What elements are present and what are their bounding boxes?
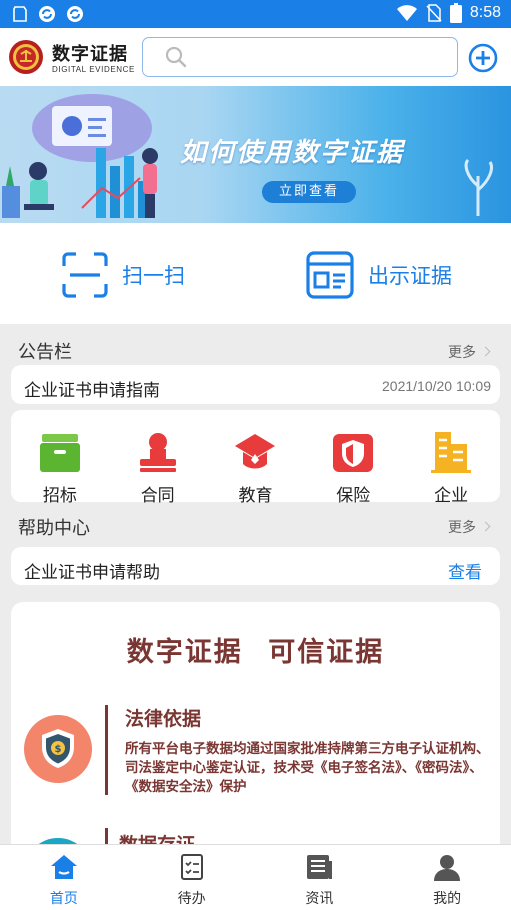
feature-headline: 数字证据 可信证据 bbox=[126, 637, 385, 668]
show-evidence-button[interactable]: 出示证据 bbox=[306, 251, 452, 299]
nav-todo[interactable]: 待办 bbox=[128, 845, 256, 910]
category-label: 教育 bbox=[238, 486, 273, 506]
scan-label: 扫一扫 bbox=[122, 264, 185, 288]
category-education[interactable]: 教育 bbox=[215, 430, 295, 506]
wifi-icon bbox=[396, 5, 417, 21]
help-item-title: 企业证书申请帮助 bbox=[24, 563, 160, 583]
notice-item-title: 企业证书申请指南 bbox=[24, 381, 160, 401]
seal-icon bbox=[139, 433, 176, 472]
scan-icon bbox=[62, 252, 108, 298]
sync-icon bbox=[67, 6, 83, 22]
category-label: 合同 bbox=[140, 486, 175, 506]
brand-title: 数字证据 bbox=[52, 44, 128, 65]
sync-icon bbox=[39, 6, 55, 22]
battery-icon bbox=[449, 3, 462, 23]
money-shield-icon: $ bbox=[42, 729, 74, 768]
status-bar: 8:58 bbox=[0, 0, 511, 28]
todo-icon bbox=[180, 854, 203, 880]
category-label: 保险 bbox=[336, 486, 371, 506]
help-view-link[interactable]: 查看 bbox=[448, 558, 482, 583]
banner-plant-decoration bbox=[464, 158, 493, 216]
nav-home[interactable]: 首页 bbox=[0, 845, 128, 910]
search-icon bbox=[165, 46, 187, 68]
notice-more-link[interactable]: 更多 bbox=[448, 342, 489, 362]
no-sim-icon bbox=[426, 4, 442, 22]
nav-label: 待办 bbox=[177, 891, 206, 907]
bottom-navigation: 首页 待办 资讯 我的 bbox=[0, 844, 511, 910]
category-contract[interactable]: 合同 bbox=[118, 430, 198, 506]
help-section-title: 帮助中心 bbox=[18, 518, 90, 539]
nav-label: 我的 bbox=[433, 891, 462, 907]
id-card-icon bbox=[306, 251, 354, 299]
notification-icon bbox=[13, 6, 27, 22]
category-tender[interactable]: 招标 bbox=[20, 430, 100, 506]
promo-banner[interactable]: 如何使用数字证据 立即查看 bbox=[0, 86, 511, 223]
help-more-link[interactable]: 更多 bbox=[448, 517, 489, 537]
clock: 8:58 bbox=[469, 4, 501, 21]
nav-label: 资讯 bbox=[305, 891, 334, 907]
nav-profile[interactable]: 我的 bbox=[383, 845, 511, 910]
quick-actions: 扫一扫 出示证据 bbox=[0, 223, 511, 324]
graduation-cap-icon bbox=[235, 434, 276, 469]
help-item[interactable]: 企业证书申请帮助 查看 bbox=[11, 547, 500, 585]
banner-illustration bbox=[2, 94, 158, 218]
nav-label: 首页 bbox=[49, 891, 78, 907]
category-label: 招标 bbox=[42, 486, 77, 506]
add-button[interactable] bbox=[468, 43, 498, 73]
court-emblem-logo bbox=[9, 40, 43, 74]
home-icon bbox=[50, 855, 77, 879]
notice-section-title: 公告栏 bbox=[18, 342, 72, 363]
feature-item-body: 所有平台电子数据均通过国家批准持牌第三方电子认证机构、司法鉴定中心鉴定认证，技术… bbox=[125, 741, 490, 795]
news-icon bbox=[307, 855, 333, 879]
category-insurance[interactable]: 保险 bbox=[313, 430, 393, 506]
notice-item-date: 2021/10/20 10:09 bbox=[382, 378, 491, 394]
feature-item-title: 法律依据 bbox=[125, 708, 202, 730]
show-evidence-label: 出示证据 bbox=[368, 264, 452, 288]
scan-button[interactable]: 扫一扫 bbox=[62, 251, 185, 299]
category-grid: 招标 合同 教育 保险 企业 bbox=[11, 410, 500, 506]
building-icon bbox=[431, 432, 472, 473]
nav-news[interactable]: 资讯 bbox=[256, 845, 384, 910]
shield-icon bbox=[333, 434, 374, 472]
brand-subtitle: DIGITAL EVIDENCE bbox=[52, 65, 135, 74]
svg-text:$: $ bbox=[55, 744, 62, 755]
banner-title: 如何使用数字证据 bbox=[180, 138, 405, 168]
feature-panel: 数字证据 可信证据 $ 法律依据 所有平台电子数据均通过国家批准持牌第三方电子认… bbox=[11, 602, 500, 862]
banner-view-now-button[interactable]: 立即查看 bbox=[262, 181, 356, 203]
profile-icon bbox=[434, 855, 461, 881]
search-input[interactable] bbox=[142, 37, 458, 77]
feature-icon-circle: $ bbox=[24, 715, 92, 783]
category-enterprise[interactable]: 企业 bbox=[411, 430, 491, 506]
tender-box-icon bbox=[39, 434, 80, 472]
notice-item[interactable]: 企业证书申请指南 2021/10/20 10:09 bbox=[11, 365, 500, 404]
category-label: 企业 bbox=[434, 486, 469, 506]
feature-divider bbox=[105, 705, 108, 795]
app-header: 数字证据 DIGITAL EVIDENCE bbox=[0, 28, 511, 86]
